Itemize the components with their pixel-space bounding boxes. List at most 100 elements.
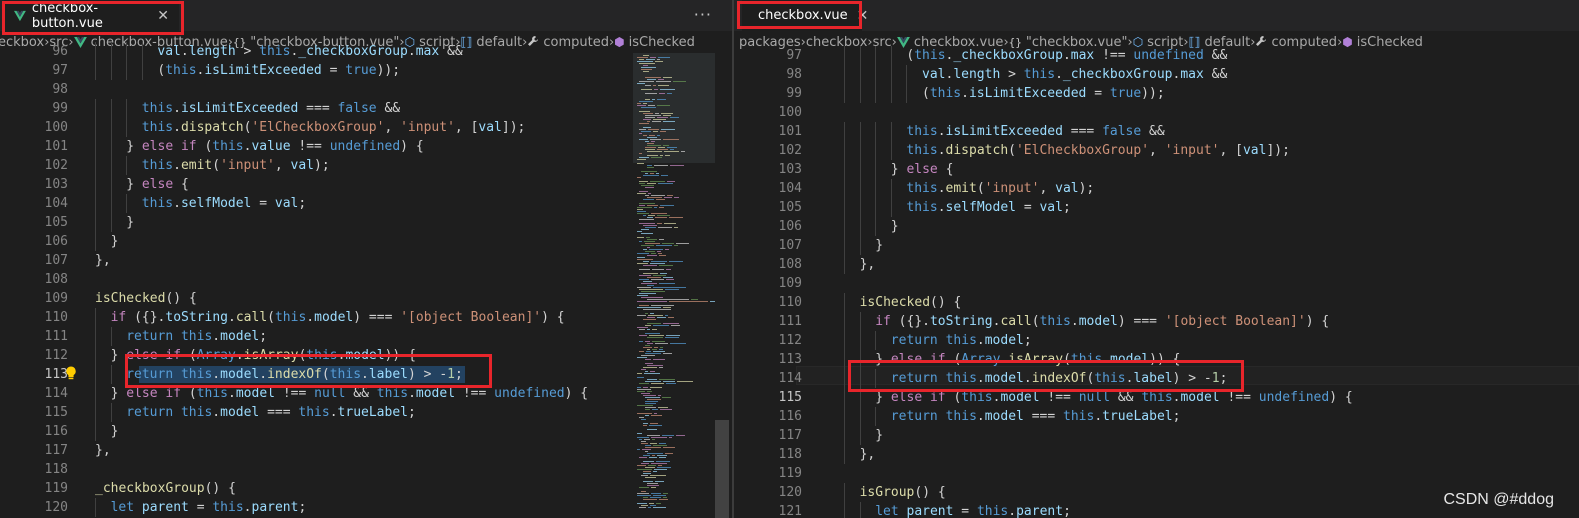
code-line[interactable]: 106} [734,217,1579,236]
close-icon[interactable]: ✕ [157,8,169,24]
code-line[interactable]: 100 this.dispatch('ElCheckboxGroup', 'inp… [0,118,732,137]
line-number: 119 [44,481,68,496]
code-line[interactable]: 99 (this.isLimitExceeded = true)); [734,84,1579,103]
line-number: 112 [44,348,68,363]
code-line[interactable]: 109 [734,274,1579,293]
code-line[interactable]: 109 isChecked() { [0,289,732,308]
code-line[interactable]: 102 this.dispatch('ElCheckboxGroup', 'inp… [734,141,1579,160]
line-number: 103 [778,162,802,177]
code-line[interactable]: 103} else { [0,175,732,194]
code-line[interactable]: 115} else if (this.model !== null && thi… [734,388,1579,407]
code-text: return this.model.indexOf(this.label) > … [890,371,1228,386]
code-line[interactable]: 101 this.isLimitExceeded === false && [734,122,1579,141]
code-line[interactable]: 110 isChecked() { [734,293,1579,312]
code-line[interactable]: 105} [0,213,732,232]
tab-label: checkbox-button.vue [31,0,103,31]
code-line[interactable]: 117}, [0,441,732,460]
scrollbar-thumb[interactable] [715,420,729,518]
code-line[interactable]: 106} [0,232,732,251]
code-line[interactable]: 98 val.length > this._checkboxGroup.max &… [734,65,1579,84]
code-line[interactable]: 119 [734,464,1579,483]
code-line[interactable]: 105 this.selfModel = val; [734,198,1579,217]
close-icon[interactable]: ✕ [857,8,869,24]
code-text: this.dispatch('ElCheckboxGroup', 'input'… [906,143,1290,158]
line-number: 116 [778,409,802,424]
line-number: 114 [44,386,68,401]
lightbulb-icon[interactable] [65,366,77,380]
code-line[interactable]: 113} else if (Array.isArray(this.model))… [734,350,1579,369]
code-line[interactable]: 113 return this.model.indexOf(this.label)… [0,365,732,384]
code-line[interactable]: 96 val.length > this._checkboxGroup.max &… [0,42,732,61]
line-number: 106 [44,234,68,249]
code-text: isGroup() { [859,485,946,500]
code-line[interactable]: 104 this.emit('input', val); [734,179,1579,198]
line-number: 100 [778,105,802,120]
line-number: 120 [44,500,68,515]
left-editor-pane: checkbox-button.vue ✕ ··· eckbox › src › che… [0,0,732,518]
code-text: this.selfModel = val; [906,200,1071,215]
vue-icon [14,10,26,21]
line-number: 115 [44,405,68,420]
line-number: 111 [778,314,802,329]
line-number: 106 [778,219,802,234]
code-line[interactable]: 116 return this.model === this.trueLabel; [734,407,1579,426]
line-number: 109 [778,276,802,291]
code-text: } [110,234,119,249]
code-text: val.length > this._checkboxGroup.max && [922,67,1228,82]
code-line[interactable]: 97 (this._checkboxGroup.max !== undefined… [734,46,1579,65]
code-line[interactable]: 115 return this.model === this.trueLabel; [0,403,732,422]
line-number: 121 [778,504,802,518]
code-text: val.length > this._checkboxGroup.max && [157,44,463,59]
code-text: } else if (Array.isArray(this.model)) { [875,352,1181,367]
code-line[interactable]: 114} else if (this.model !== null && thi… [0,384,732,403]
tab-checkbox-button-vue[interactable]: checkbox-button.vue ✕ [4,0,179,31]
minimap[interactable] [633,53,732,518]
code-line[interactable]: 100 [734,103,1579,122]
more-actions-icon[interactable]: ··· [694,5,712,24]
line-number: 102 [778,143,802,158]
code-line[interactable]: 103 } else { [734,160,1579,179]
line-number: 98 [52,82,68,97]
code-line[interactable]: 117} [734,426,1579,445]
code-line[interactable]: 108}, [734,255,1579,274]
code-line[interactable]: 116} [0,422,732,441]
code-line[interactable]: 110 if ({}.toString.call(this.model) === … [0,308,732,327]
line-number: 98 [786,67,802,82]
code-text: return this.model === this.trueLabel; [890,409,1181,424]
code-editor[interactable]: 96 val.length > this._checkboxGroup.max &… [0,42,732,518]
code-line[interactable]: 119 _checkboxGroup() { [0,479,732,498]
code-line[interactable]: 98 [0,80,732,99]
code-text: _checkboxGroup() { [95,481,236,496]
line-number: 99 [786,86,802,101]
code-line[interactable]: 112} else if (Array.isArray(this.model))… [0,346,732,365]
code-line[interactable]: 118 [0,460,732,479]
code-line[interactable]: 112 return this.model; [734,331,1579,350]
code-text: } else { [126,177,189,192]
code-line[interactable]: 114 return this.model.indexOf(this.label)… [734,369,1579,388]
line-number: 117 [778,428,802,443]
code-line[interactable]: 99 this.isLimitExceeded === false && [0,99,732,118]
code-line[interactable]: 108 [0,270,732,289]
line-number: 108 [778,257,802,272]
code-line[interactable]: 97 (this.isLimitExceeded = true)); [0,61,732,80]
code-line[interactable]: 104 this.selfModel = val; [0,194,732,213]
line-number: 107 [778,238,802,253]
right-tab-bar: checkbox.vue ✕ [734,0,1579,31]
code-line[interactable]: 101} else if (this.value !== undefined) … [0,137,732,156]
code-editor[interactable]: 97 (this._checkboxGroup.max !== undefined… [734,46,1579,518]
code-text: if ({}.toString.call(this.model) === '[o… [110,310,565,325]
code-line[interactable]: 107}, [0,251,732,270]
code-line[interactable]: 111 if ({}.toString.call(this.model) === … [734,312,1579,331]
line-number: 97 [786,48,802,63]
code-text: return this.model; [126,329,268,344]
code-line[interactable]: 102 this.emit('input', val); [0,156,732,175]
code-line[interactable]: 111 return this.model; [0,327,732,346]
code-line[interactable]: 118}, [734,445,1579,464]
code-line[interactable]: 120 let parent = this.parent; [0,498,732,517]
code-text: return this.model; [890,333,1032,348]
code-line[interactable]: 107} [734,236,1579,255]
code-text: } [890,219,899,234]
tab-checkbox-vue[interactable]: checkbox.vue ✕ [742,0,868,31]
code-text: } else { [890,162,954,177]
watermark: CSDN @#ddog [1443,491,1554,508]
